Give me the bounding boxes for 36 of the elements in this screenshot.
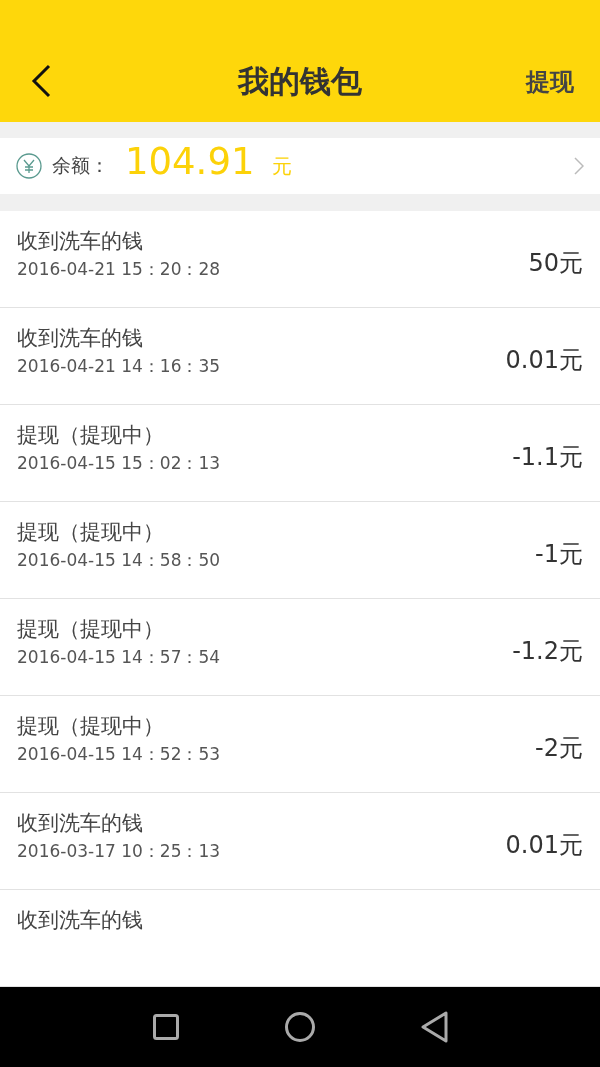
transaction-title: 提现（提现中） [17, 713, 165, 740]
back-icon [31, 63, 51, 98]
currency-unit: 元 [272, 152, 293, 180]
balance-amount: 104.91 [125, 139, 255, 183]
transaction-time: 2016-04-21 14：16：35 [17, 355, 221, 378]
transaction-time: 2016-04-15 14：52：53 [17, 743, 221, 766]
transaction-amount: -1.2元 [512, 636, 583, 667]
square-icon [152, 1014, 179, 1040]
back-nav-button[interactable] [420, 1011, 448, 1043]
transaction-amount: 0.01元 [505, 830, 583, 861]
transaction-time: 2016-04-15 15：02：13 [17, 452, 221, 475]
chevron-right-icon [574, 157, 584, 175]
transaction-time: 2016-03-17 10：25：13 [17, 840, 221, 863]
recents-button[interactable] [152, 1014, 179, 1040]
transaction-amount: -2元 [535, 733, 583, 764]
page-title: 我的钱包 [238, 62, 362, 101]
transaction-title: 收到洗车的钱 [17, 810, 144, 837]
transaction-time: 2016-04-21 15：20：28 [17, 258, 221, 281]
transaction-amount: 0.01元 [505, 345, 583, 376]
transaction-time: 2016-04-15 14：58：50 [17, 549, 221, 572]
transaction-title: 提现（提现中） [17, 616, 165, 643]
transaction-amount: 50元 [528, 248, 583, 279]
transaction-amount: -1.1元 [512, 442, 583, 473]
transaction-title: 收到洗车的钱 [17, 325, 144, 352]
transaction-title: 提现（提现中） [17, 422, 165, 449]
transaction-title: 收到洗车的钱 [17, 228, 144, 255]
transaction-title: 提现（提现中） [17, 519, 165, 546]
home-button[interactable] [284, 1012, 315, 1042]
circle-icon [284, 1012, 315, 1042]
balance-label: 余额： [52, 153, 109, 178]
triangle-icon [420, 1011, 448, 1043]
transaction-title: 收到洗车的钱 [17, 907, 143, 934]
transaction-time: 2016-04-15 14：57：54 [17, 646, 221, 669]
transaction-amount: -1元 [535, 539, 583, 570]
yuan-icon [16, 153, 42, 179]
withdraw-button[interactable]: 提现 [526, 66, 574, 98]
